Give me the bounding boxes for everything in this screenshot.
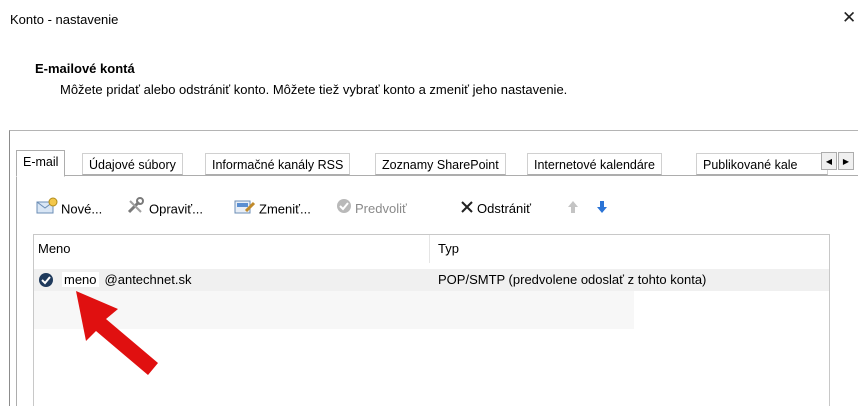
tab-strip: E-mail Údajové súbory Informačné kanály … <box>16 150 858 177</box>
title-bar: Konto - nastavenie ✕ <box>0 0 858 40</box>
header-panel: E-mailové kontá Môžete pridať alebo odst… <box>0 40 858 128</box>
new-button-label: Nové... <box>61 201 103 217</box>
repair-tools-icon <box>126 197 146 223</box>
tab-rss-feeds[interactable]: Informačné kanály RSS <box>205 153 351 175</box>
default-check-icon <box>336 198 352 222</box>
column-header-type[interactable]: Typ <box>438 235 459 263</box>
column-header-name[interactable]: Meno <box>38 235 71 263</box>
tab-scroll-left-icon[interactable]: ◀ <box>821 152 837 170</box>
tab-sharepoint-lists[interactable]: Zoznamy SharePoint <box>375 153 506 175</box>
remove-x-icon <box>460 198 474 222</box>
move-up-button[interactable] <box>567 197 582 221</box>
repair-button-label: Opraviť... <box>149 201 203 217</box>
tab-published-calendars[interactable]: Publikované kale <box>696 153 828 175</box>
annotation-arrow-icon <box>76 291 158 375</box>
window-title: Konto - nastavenie <box>10 12 119 27</box>
section-description: Môžete pridať alebo odstrániť konto. Môž… <box>60 82 568 97</box>
tab-scroll-right-icon[interactable]: ▶ <box>838 152 854 170</box>
remove-button[interactable]: Odstrániť <box>460 197 531 221</box>
tab-data-files[interactable]: Údajové súbory <box>82 153 183 175</box>
column-divider[interactable] <box>429 235 430 263</box>
new-account-icon <box>36 197 58 223</box>
move-down-button[interactable] <box>596 197 611 221</box>
section-title: E-mailové kontá <box>35 61 135 76</box>
set-default-label: Predvoliť <box>355 201 407 216</box>
tab-internet-calendars[interactable]: Internetové kalendáre <box>527 153 662 175</box>
account-type: POP/SMTP (predvolene odoslať z tohto kon… <box>438 272 707 287</box>
repair-button[interactable]: Opraviť... <box>126 197 203 221</box>
change-button-label: Zmeniť... <box>259 201 311 217</box>
close-icon[interactable]: ✕ <box>842 8 856 28</box>
change-button[interactable]: Zmeniť... <box>234 197 311 221</box>
change-account-icon <box>234 197 256 223</box>
set-default-button[interactable]: Predvoliť <box>336 197 407 221</box>
tab-email[interactable]: E-mail <box>16 150 66 177</box>
arrow-down-icon <box>596 198 608 222</box>
new-button[interactable]: Nové... <box>36 197 102 221</box>
arrow-up-icon <box>567 198 579 222</box>
remove-button-label: Odstrániť <box>477 201 532 216</box>
